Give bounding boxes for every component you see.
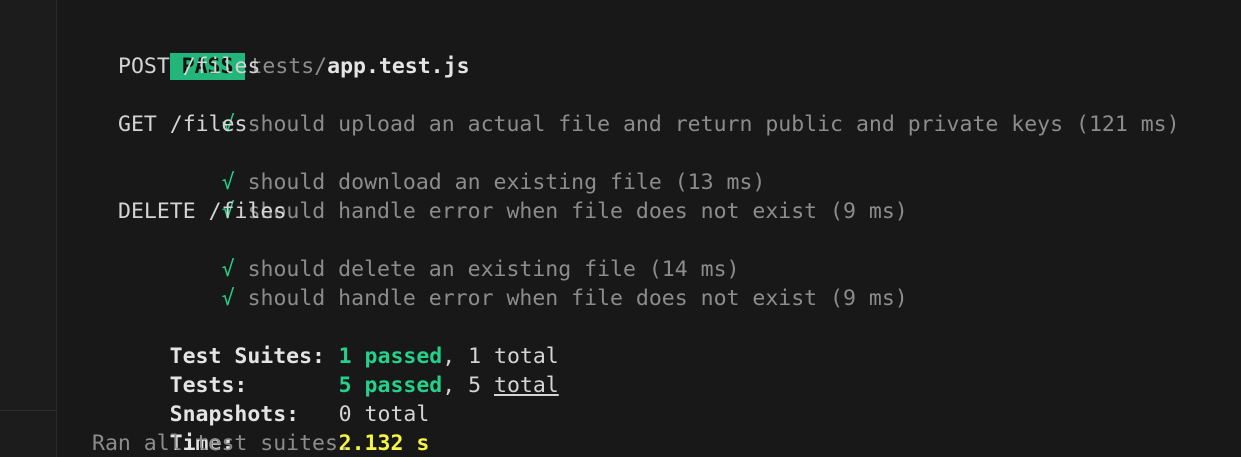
check-icon: √	[221, 170, 235, 195]
suites-passed: 1 passed	[338, 344, 443, 369]
test-result-text: should handle error when file does not e…	[247, 286, 908, 311]
summary-suites: Test Suites: 1 passed, 1 total	[92, 313, 1241, 369]
check-icon: √	[221, 257, 235, 282]
tests-total-word: total	[494, 373, 559, 398]
test-result-item: √ should upload an actual file and retur…	[92, 81, 1241, 137]
test-result-item: √ should delete an existing file (14 ms)	[92, 226, 1241, 282]
suites-total: 1 total	[468, 344, 559, 369]
test-result-text: should upload an actual file and return …	[247, 112, 1180, 137]
summary-label: Tests:	[169, 373, 248, 398]
terminal-window: PASS tests/app.test.js POST /files √ shou…	[0, 0, 1241, 457]
test-file-dir: tests/	[249, 54, 328, 79]
run-footer: Ran all test suites.	[92, 431, 351, 456]
check-icon: √	[221, 286, 235, 311]
tests-total-count: 5	[468, 373, 495, 398]
terminal-output[interactable]: PASS tests/app.test.js POST /files √ shou…	[92, 23, 1241, 457]
test-result-item: √ should download an existing file (13 m…	[92, 139, 1241, 195]
tests-passed: 5 passed	[338, 373, 443, 398]
test-file-header: PASS tests/app.test.js	[92, 23, 1241, 80]
summary-separator: ,	[442, 344, 469, 369]
time-value: 2.132 s	[338, 431, 430, 456]
gutter-divider	[0, 410, 56, 411]
test-result-text: should delete an existing file (14 ms)	[247, 257, 740, 282]
summary-label: Test Suites:	[169, 344, 326, 369]
summary-label: Snapshots:	[169, 402, 300, 427]
sidebar-gutter	[0, 0, 57, 457]
snapshots-value: 0 total	[338, 402, 430, 427]
test-file-name: app.test.js	[327, 54, 470, 79]
test-result-text: should handle error when file does not e…	[247, 199, 908, 224]
test-result-text: should download an existing file (13 ms)	[247, 170, 766, 195]
summary-separator: ,	[442, 373, 469, 398]
